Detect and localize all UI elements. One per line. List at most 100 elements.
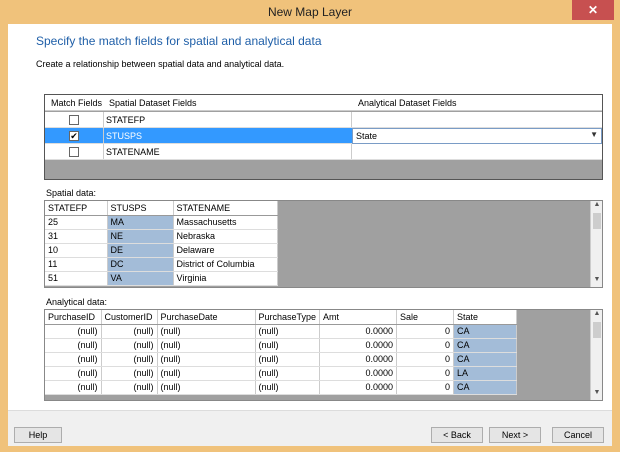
column-header[interactable]: STUSPS xyxy=(107,201,174,216)
table-cell: 0 xyxy=(396,338,455,353)
match-row-selected[interactable]: ✔ STUSPS State ▼ xyxy=(45,128,602,144)
table-cell: (null) xyxy=(157,324,256,339)
table-row[interactable]: 31 NE Nebraska xyxy=(45,229,278,244)
table-cell: (null) xyxy=(255,352,321,367)
table-cell: (null) xyxy=(157,352,256,367)
spatial-data-table: STATEFP STUSPS STATENAME 25 MA Massachuset… xyxy=(45,201,278,286)
table-row[interactable]: (null) (null) (null) (null) 0.0000 0 CA xyxy=(45,380,518,395)
table-row[interactable]: 25 MA Massachusetts xyxy=(45,215,278,230)
table-row[interactable]: (null) (null) (null) (null) 0.0000 0 CA xyxy=(45,338,518,353)
spatial-field-name: STATENAME xyxy=(106,147,160,157)
table-cell: 0.0000 xyxy=(319,338,398,353)
table-row[interactable]: 10 DE Delaware xyxy=(45,243,278,258)
page-heading: Specify the match fields for spatial and… xyxy=(36,34,322,48)
table-header-row: STATEFP STUSPS STATENAME xyxy=(45,201,278,216)
table-cell: (null) xyxy=(157,366,256,381)
match-grid-header: Match Fields Spatial Dataset Fields Anal… xyxy=(45,95,602,111)
title-bar: New Map Layer ✕ xyxy=(0,0,620,24)
spatial-data-grid: STATEFP STUSPS STATENAME 25 MA Massachuset… xyxy=(44,200,603,288)
table-row[interactable]: 51 VA Virginia xyxy=(45,271,278,286)
table-cell: (null) xyxy=(101,380,158,395)
scroll-thumb[interactable] xyxy=(593,213,601,229)
table-cell: 31 xyxy=(45,229,108,244)
table-cell: CA xyxy=(453,324,518,339)
table-cell: (null) xyxy=(255,380,321,395)
table-cell: 0.0000 xyxy=(319,324,398,339)
table-cell: DE xyxy=(107,243,174,258)
table-cell: MA xyxy=(107,215,174,230)
table-cell: (null) xyxy=(255,324,321,339)
window-title: New Map Layer xyxy=(267,5,353,19)
dialog-window: New Map Layer ✕ Specify the match fields… xyxy=(0,0,620,452)
vertical-scrollbar[interactable]: ▲ ▼ xyxy=(590,201,602,287)
table-cell: (null) xyxy=(101,338,158,353)
table-cell: 0 xyxy=(396,352,455,367)
scroll-down-icon[interactable]: ▼ xyxy=(591,389,602,400)
vertical-scrollbar[interactable]: ▲ ▼ xyxy=(590,310,602,400)
header-analytical-fields: Analytical Dataset Fields xyxy=(358,98,457,108)
table-cell: DC xyxy=(107,257,174,272)
table-cell: Virginia xyxy=(173,271,278,286)
table-row[interactable]: (null) (null) (null) (null) 0.0000 0 LA xyxy=(45,366,518,381)
analytical-data-table: PurchaseID CustomerID PurchaseDate Purch… xyxy=(45,310,518,395)
analytical-field-dropdown[interactable]: State ▼ xyxy=(352,128,602,144)
table-cell: 51 xyxy=(45,271,108,286)
header-spatial-fields: Spatial Dataset Fields xyxy=(109,98,197,108)
column-header[interactable]: STATEFP xyxy=(45,201,108,216)
column-header[interactable]: PurchaseDate xyxy=(157,310,256,325)
table-header-row: PurchaseID CustomerID PurchaseDate Purch… xyxy=(45,310,518,325)
table-cell: (null) xyxy=(255,338,321,353)
match-checkbox[interactable] xyxy=(69,115,79,125)
spatial-field-name: STATEFP xyxy=(106,115,146,125)
table-cell: (null) xyxy=(45,366,102,381)
table-cell: (null) xyxy=(255,366,321,381)
table-row[interactable]: (null) (null) (null) (null) 0.0000 0 CA xyxy=(45,352,518,367)
table-row[interactable]: (null) (null) (null) (null) 0.0000 0 CA xyxy=(45,324,518,339)
back-button[interactable]: < Back xyxy=(431,427,483,443)
dropdown-value: State xyxy=(356,131,378,141)
match-checkbox[interactable] xyxy=(69,147,79,157)
table-cell: (null) xyxy=(45,338,102,353)
scroll-up-icon[interactable]: ▲ xyxy=(591,310,602,321)
button-bar: Help < Back Next > Cancel xyxy=(8,410,612,446)
column-header[interactable]: Amt xyxy=(319,310,398,325)
table-cell: NE xyxy=(107,229,174,244)
column-header[interactable]: PurchaseID xyxy=(45,310,102,325)
column-header[interactable]: PurchaseType xyxy=(255,310,321,325)
column-header[interactable]: CustomerID xyxy=(101,310,158,325)
table-cell: District of Columbia xyxy=(173,257,278,272)
table-row[interactable]: 11 DC District of Columbia xyxy=(45,257,278,272)
table-cell: VA xyxy=(107,271,174,286)
match-fields-grid: Match Fields Spatial Dataset Fields Anal… xyxy=(44,94,603,180)
table-cell: 10 xyxy=(45,243,108,258)
column-header[interactable]: STATENAME xyxy=(173,201,278,216)
match-row[interactable]: STATEFP xyxy=(45,112,602,128)
match-checkbox-checked[interactable]: ✔ xyxy=(69,131,79,141)
close-button[interactable]: ✕ xyxy=(572,0,614,20)
match-row[interactable]: STATENAME xyxy=(45,144,602,160)
table-cell: 0 xyxy=(396,380,455,395)
scroll-down-icon[interactable]: ▼ xyxy=(591,276,602,287)
analytical-data-label: Analytical data: xyxy=(46,297,108,307)
table-cell: (null) xyxy=(45,324,102,339)
table-cell: (null) xyxy=(45,380,102,395)
table-cell: (null) xyxy=(101,352,158,367)
chevron-down-icon[interactable]: ▼ xyxy=(590,130,598,139)
column-header[interactable]: Sale xyxy=(396,310,455,325)
next-button[interactable]: Next > xyxy=(489,427,541,443)
table-cell: (null) xyxy=(101,324,158,339)
table-cell: CA xyxy=(453,338,518,353)
table-cell: 25 xyxy=(45,215,108,230)
table-cell: (null) xyxy=(101,366,158,381)
table-cell: 0 xyxy=(396,324,455,339)
table-cell: LA xyxy=(453,366,518,381)
table-cell: CA xyxy=(453,352,518,367)
help-button[interactable]: Help xyxy=(14,427,62,443)
cancel-button[interactable]: Cancel xyxy=(552,427,604,443)
scroll-thumb[interactable] xyxy=(593,322,601,338)
column-header[interactable]: State xyxy=(453,310,518,325)
scroll-up-icon[interactable]: ▲ xyxy=(591,201,602,212)
table-cell: (null) xyxy=(45,352,102,367)
analytical-data-grid: PurchaseID CustomerID PurchaseDate Purch… xyxy=(44,309,603,401)
header-match-fields: Match Fields xyxy=(51,98,103,108)
